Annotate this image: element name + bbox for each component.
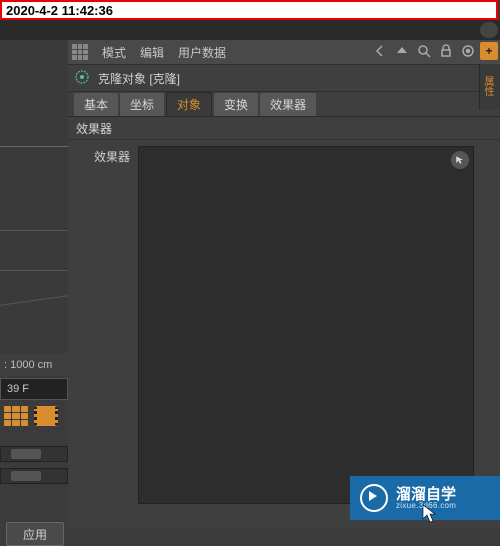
search-icon[interactable] <box>416 43 432 62</box>
viewport-edge[interactable] <box>0 40 69 350</box>
effectors-field: 效果器 <box>68 140 500 510</box>
minimize-pill-icon[interactable] <box>480 22 498 38</box>
tab-coord[interactable]: 坐标 <box>120 93 164 116</box>
grid-line <box>0 270 68 271</box>
menu-mode[interactable]: 模式 <box>96 44 132 61</box>
apply-label: 应用 <box>23 526 47 543</box>
grid-line <box>0 295 67 305</box>
waffle-icon[interactable] <box>72 44 88 60</box>
horizon-line <box>0 146 68 147</box>
left-column: : 1000 cm 39 F 应用 <box>0 20 68 528</box>
tab-row: 基本 坐标 对象 变换 效果器 <box>68 92 500 117</box>
scroll-thumb[interactable] <box>11 471 41 481</box>
grid-unit-text: : 1000 cm <box>4 359 52 371</box>
tab-transform[interactable]: 变换 <box>214 93 258 116</box>
tab-effectors[interactable]: 效果器 <box>260 93 316 116</box>
nav-back-icon[interactable] <box>372 43 388 62</box>
timestamp-text: 2020-4-2 11:42:36 <box>6 3 113 18</box>
scroll-track[interactable] <box>0 446 68 462</box>
grid-unit-status: : 1000 cm <box>0 354 72 376</box>
effectors-list[interactable] <box>138 146 474 504</box>
scroll-thumb[interactable] <box>11 449 41 459</box>
menu-bar: 模式 编辑 用户数据 + <box>68 40 500 65</box>
object-header: 克隆对象 [克隆] <box>68 65 500 92</box>
film-render-icon[interactable] <box>34 406 58 426</box>
play-icon <box>360 484 388 512</box>
side-tabs: 属性 <box>479 64 500 110</box>
object-title: 克隆对象 [克隆] <box>98 70 180 87</box>
menu-userdata[interactable]: 用户数据 <box>172 44 232 61</box>
mouse-cursor <box>422 504 436 524</box>
render-icons-row <box>0 402 72 430</box>
grid-render-icon[interactable] <box>4 406 28 426</box>
side-tab-attributes[interactable]: 属性 <box>480 64 495 108</box>
attribute-panel: 模式 编辑 用户数据 + 属性 克隆对象 [克隆] 基本 坐标 对象 变换 效果… <box>68 20 500 528</box>
left-top-strip <box>0 20 68 40</box>
cloner-icon <box>74 69 90 88</box>
scroll-track[interactable] <box>0 468 68 484</box>
watermark-cn: 溜溜自学 <box>396 487 456 502</box>
target-icon[interactable] <box>460 43 476 62</box>
lock-icon[interactable] <box>438 43 454 62</box>
timestamp-bar: 2020-4-2 11:42:36 <box>0 0 498 20</box>
apply-button[interactable]: 应用 <box>6 522 64 546</box>
section-title: 效果器 <box>68 117 500 140</box>
tab-object[interactable]: 对象 <box>166 92 212 116</box>
add-icon[interactable]: + <box>480 42 498 60</box>
field-label: 效果器 <box>68 140 134 510</box>
menu-edit[interactable]: 编辑 <box>134 44 170 61</box>
tab-basic[interactable]: 基本 <box>74 93 118 116</box>
nav-up-icon[interactable] <box>394 43 410 62</box>
section-title-text: 效果器 <box>76 120 112 137</box>
panel-top-strip <box>68 20 500 40</box>
frame-value: 39 F <box>7 383 29 395</box>
frame-field[interactable]: 39 F <box>0 378 68 400</box>
menu-right-icons <box>372 40 476 64</box>
grid-line <box>0 230 68 231</box>
pick-cursor-icon[interactable] <box>451 151 469 169</box>
